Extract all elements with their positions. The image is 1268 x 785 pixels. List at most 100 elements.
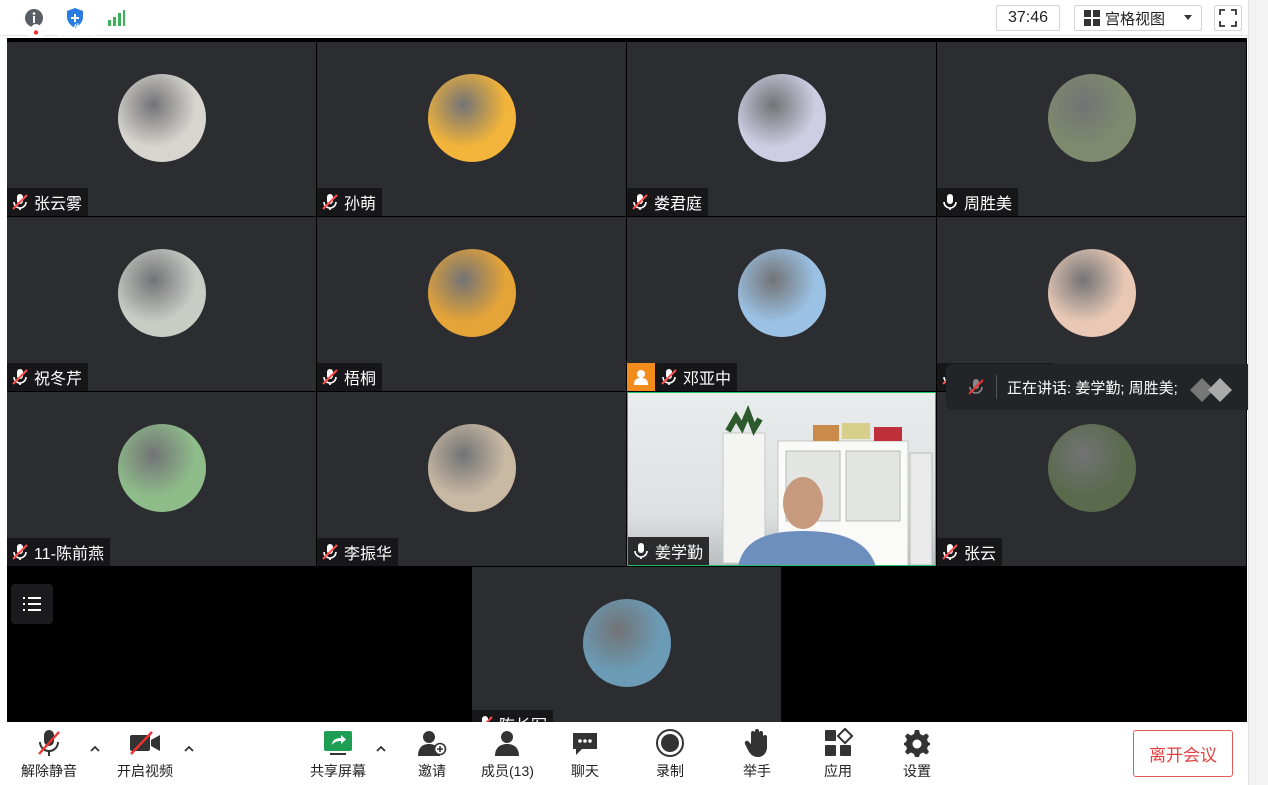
share-screen-button[interactable]: 共享屏幕 bbox=[310, 727, 366, 781]
participant-name: 11-陈前燕 bbox=[34, 546, 104, 563]
members-label: 成员(13) bbox=[481, 763, 534, 779]
chat-icon bbox=[573, 733, 597, 755]
chat-button[interactable]: 聊天 bbox=[570, 727, 600, 781]
participant-name-tag: 张云 bbox=[937, 538, 1003, 566]
participant-name: 周胜美 bbox=[964, 196, 1013, 213]
unmute-button[interactable]: 解除静音 bbox=[21, 727, 77, 781]
participant-tile[interactable]: 娄君庭 bbox=[627, 42, 936, 216]
grid-icon bbox=[1084, 10, 1100, 26]
settings-label: 设置 bbox=[903, 763, 931, 779]
participant-name-tag: 李振华 bbox=[317, 538, 399, 566]
recording-indicator: 录制中 bbox=[26, 20, 103, 41]
participant-name-tag: 11-陈前燕 bbox=[7, 538, 110, 566]
mic-muted-icon bbox=[11, 193, 29, 211]
speaking-label: 正在讲话: 姜学勤; 周胜美; bbox=[1007, 379, 1178, 397]
mic-muted-icon bbox=[321, 368, 339, 386]
participant-name-tag: 邓亚中 bbox=[627, 363, 738, 391]
avatar bbox=[117, 74, 206, 162]
meeting-window: 37:46 宫格视图 张云雾 孙萌 娄君庭 周胜美祝冬芹 梧桐 邓亚中 11-陈前燕 李振华 姜… bbox=[0, 0, 1268, 785]
avatar bbox=[1047, 74, 1136, 162]
participant-name: 邓亚中 bbox=[683, 371, 732, 388]
participant-name-tag: 娄君庭 bbox=[627, 188, 709, 216]
mic-icon bbox=[632, 542, 650, 560]
participant-tile[interactable]: 周胜美 bbox=[937, 42, 1246, 216]
mic-muted-icon bbox=[11, 368, 29, 386]
mic-muted-icon bbox=[321, 543, 339, 561]
participant-name: 张云 bbox=[964, 546, 997, 563]
raise-hand-button[interactable]: 举手 bbox=[743, 727, 771, 781]
view-mode-label: 宫格视图 bbox=[1105, 10, 1166, 28]
mic-muted-icon bbox=[968, 379, 984, 395]
members-button[interactable]: 成员(13) bbox=[481, 727, 534, 781]
participant-tile[interactable]: 邓亚中 bbox=[627, 217, 936, 391]
participant-name-tag: 孙萌 bbox=[317, 188, 383, 216]
participant-name-tag: 祝冬芹 bbox=[7, 363, 89, 391]
window-scrollbar[interactable] bbox=[1248, 0, 1268, 785]
chevron-down-icon bbox=[1184, 15, 1193, 20]
avatar bbox=[427, 249, 516, 337]
raise-hand-label: 举手 bbox=[743, 763, 771, 779]
avatar bbox=[427, 74, 516, 162]
participant-name: 李振华 bbox=[344, 546, 393, 563]
participant-tile[interactable]: 梧桐 bbox=[317, 217, 626, 391]
avatar bbox=[582, 599, 671, 687]
participant-name-tag: 周胜美 bbox=[937, 188, 1019, 216]
host-badge-icon bbox=[627, 363, 655, 391]
unmute-label: 解除静音 bbox=[21, 763, 77, 779]
participant-name-tag: 陈长军 bbox=[472, 710, 554, 722]
gear-icon bbox=[904, 730, 930, 757]
meeting-toolbar: 解除静音 开启视频 共享屏幕 邀请 成员(13) 聊天 录制 举手 应用 设置 … bbox=[0, 722, 1268, 785]
participant-name: 祝冬芹 bbox=[34, 371, 83, 388]
mic-muted-icon bbox=[476, 715, 494, 722]
signal-icon[interactable] bbox=[104, 6, 128, 30]
fullscreen-button[interactable] bbox=[1214, 5, 1242, 31]
record-button[interactable]: 录制 bbox=[655, 727, 685, 781]
invite-button[interactable]: 邀请 bbox=[417, 727, 447, 781]
list-icon bbox=[23, 597, 41, 611]
fullscreen-icon bbox=[1219, 9, 1237, 27]
apps-label: 应用 bbox=[824, 763, 852, 779]
mic-off-icon bbox=[38, 730, 60, 756]
speaking-indicator: 正在讲话: 姜学勤; 周胜美; bbox=[946, 364, 1268, 410]
mic-muted-icon bbox=[321, 193, 339, 211]
mic-icon bbox=[941, 193, 959, 211]
participant-tile[interactable]: 姜学勤 bbox=[627, 392, 936, 566]
audio-options-caret[interactable] bbox=[88, 742, 102, 756]
invite-label: 邀请 bbox=[418, 763, 446, 779]
participant-tile[interactable]: 张云 bbox=[937, 392, 1246, 566]
participant-tile[interactable]: 祝冬芹 bbox=[7, 217, 316, 391]
share-options-caret[interactable] bbox=[374, 742, 388, 756]
avatar bbox=[1047, 249, 1136, 337]
leave-meeting-button[interactable]: 离开会议 bbox=[1133, 730, 1233, 777]
mic-muted-icon bbox=[941, 543, 959, 561]
participant-tile[interactable]: 陈长军 bbox=[472, 567, 781, 722]
avatar bbox=[117, 424, 206, 512]
divider bbox=[996, 375, 997, 399]
chat-label: 聊天 bbox=[571, 763, 599, 779]
start-video-button[interactable]: 开启视频 bbox=[117, 727, 173, 781]
members-icon bbox=[495, 731, 520, 756]
cloud-icon bbox=[27, 23, 45, 37]
video-options-caret[interactable] bbox=[182, 742, 196, 756]
apps-button[interactable]: 应用 bbox=[823, 727, 853, 781]
participant-name: 梧桐 bbox=[344, 371, 377, 388]
avatar bbox=[1047, 424, 1136, 512]
list-toggle-button[interactable] bbox=[11, 584, 53, 624]
participant-tile[interactable]: 孙萌 bbox=[317, 42, 626, 216]
participant-name-tag: 姜学勤 bbox=[628, 537, 710, 565]
settings-button[interactable]: 设置 bbox=[902, 727, 932, 781]
meeting-timer: 37:46 bbox=[996, 5, 1060, 31]
share-screen-label: 共享屏幕 bbox=[310, 763, 366, 779]
record-icon bbox=[656, 729, 684, 757]
mic-muted-icon bbox=[660, 368, 678, 386]
participant-tile[interactable]: 张云雾 bbox=[7, 42, 316, 216]
view-mode-dropdown[interactable]: 宫格视图 bbox=[1074, 5, 1202, 31]
mic-muted-icon bbox=[11, 543, 29, 561]
participant-tile[interactable]: 李振华 bbox=[317, 392, 626, 566]
hand-icon bbox=[744, 729, 767, 757]
top-bar: 37:46 宫格视图 bbox=[0, 0, 1268, 36]
video-off-icon bbox=[130, 731, 160, 755]
start-video-label: 开启视频 bbox=[117, 763, 173, 779]
participant-tile[interactable]: 11-陈前燕 bbox=[7, 392, 316, 566]
participant-name: 孙萌 bbox=[344, 196, 377, 213]
